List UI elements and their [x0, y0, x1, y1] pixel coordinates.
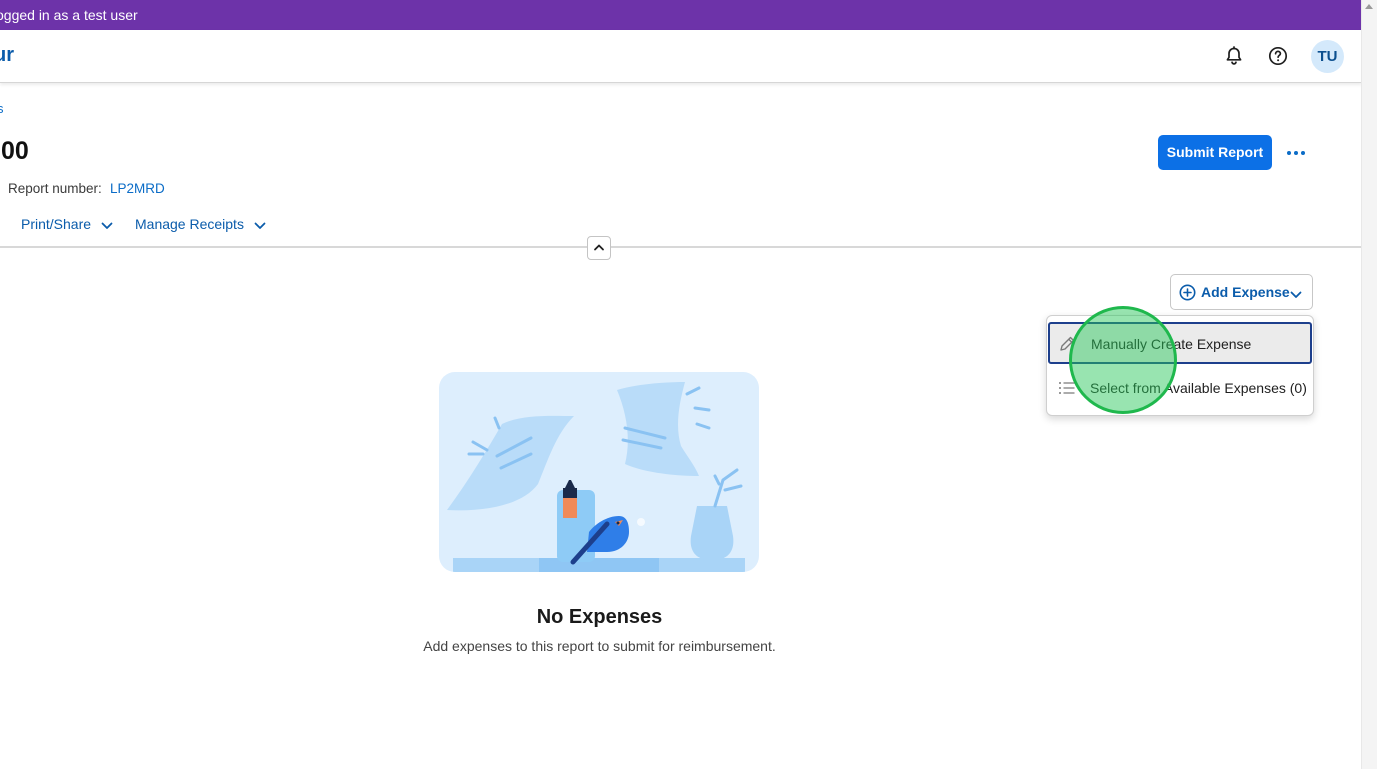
- scroll-up-icon[interactable]: [1365, 4, 1373, 9]
- select-available-expenses-label: Select from Available Expenses (0): [1090, 380, 1307, 396]
- report-number-value: LP2MRD: [110, 181, 165, 196]
- chevron-down-icon: [1290, 286, 1302, 304]
- banner-text: ogged in as a test user: [0, 7, 138, 23]
- app-name[interactable]: ur: [0, 44, 14, 67]
- print-share-label: Print/Share: [21, 216, 92, 232]
- report-total-amount: .00: [0, 137, 29, 165]
- manage-receipts-menu[interactable]: Manage Receipts: [135, 216, 266, 233]
- add-expense-button[interactable]: Add Expense: [1170, 274, 1313, 310]
- select-available-expenses-item[interactable]: Select from Available Expenses (0): [1049, 368, 1311, 408]
- print-share-menu[interactable]: Print/Share: [21, 216, 113, 233]
- manage-receipts-label: Manage Receipts: [135, 216, 244, 232]
- user-avatar[interactable]: TU: [1311, 40, 1344, 73]
- pencil-icon: [1058, 335, 1076, 358]
- vertical-scrollbar[interactable]: [1361, 0, 1377, 769]
- add-expense-dropdown: Manually Create Expense Select from Avai…: [1046, 315, 1314, 416]
- collapse-header-button[interactable]: [587, 236, 611, 260]
- app-window: ogged in as a test user ur TU s .00 Repo…: [0, 0, 1377, 769]
- help-icon[interactable]: [1266, 44, 1290, 68]
- chevron-down-icon: [254, 217, 266, 233]
- report-number-label: Report number:: [8, 181, 102, 196]
- manually-create-expense-item[interactable]: Manually Create Expense: [1048, 322, 1312, 364]
- bell-icon[interactable]: [1222, 44, 1246, 68]
- manually-create-expense-label: Manually Create Expense: [1091, 336, 1252, 352]
- empty-state-subtitle: Add expenses to this report to submit fo…: [423, 638, 776, 654]
- top-header: ur TU: [0, 30, 1362, 83]
- chevron-up-icon: [594, 244, 604, 251]
- add-expense-label: Add Expense: [1201, 284, 1290, 300]
- add-circle-icon: [1179, 284, 1196, 306]
- header-divider: [0, 246, 1362, 248]
- empty-state-illustration: [439, 372, 759, 572]
- breadcrumb-link[interactable]: s: [0, 101, 4, 116]
- list-icon: [1057, 379, 1077, 402]
- submit-report-button[interactable]: Submit Report: [1158, 135, 1272, 170]
- chevron-down-icon: [101, 217, 113, 233]
- more-options-icon[interactable]: [1282, 142, 1310, 164]
- test-user-banner: ogged in as a test user: [0, 0, 1362, 30]
- empty-state-title: No Expenses: [536, 606, 663, 628]
